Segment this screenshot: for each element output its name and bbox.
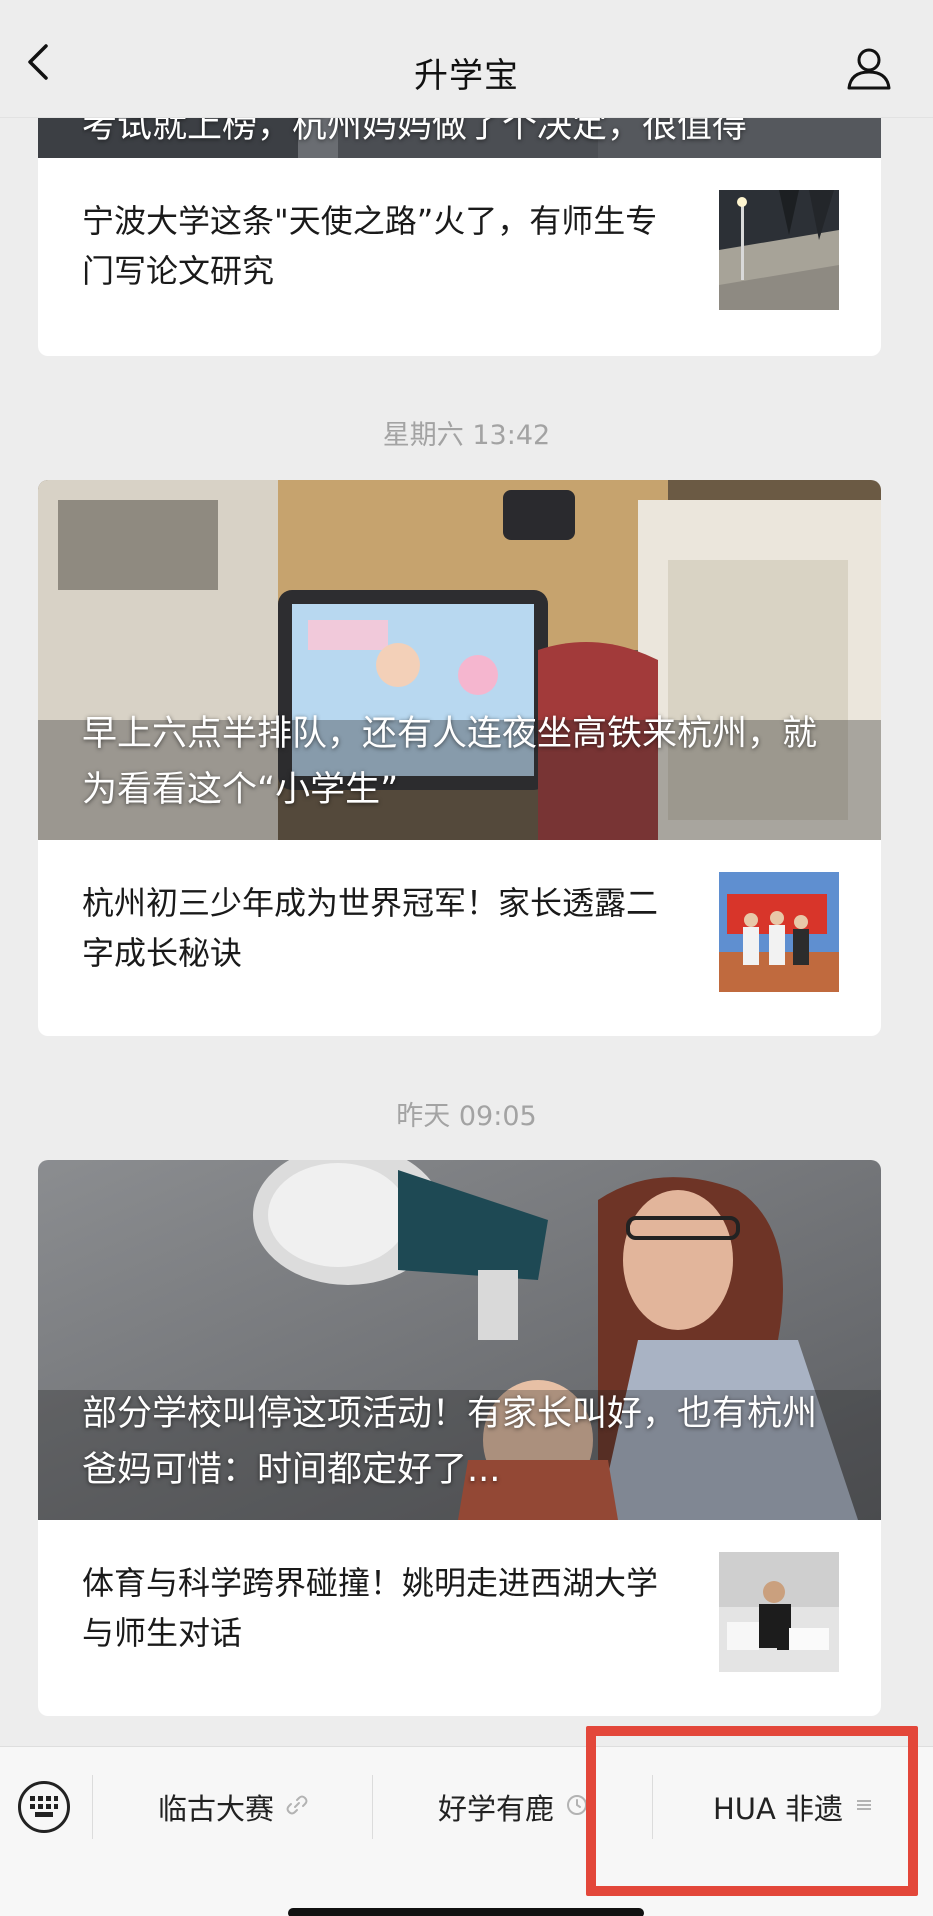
- article-thumbnail: [719, 190, 839, 310]
- article-title: 杭州初三少年成为世界冠军！家长透露二字成长秘诀: [82, 884, 659, 972]
- article-row[interactable]: 体育与科学跨界碰撞！姚明走进西湖大学与师生对话: [38, 1520, 881, 1716]
- keyboard-toggle-icon[interactable]: [18, 1781, 70, 1833]
- hero-headline: 部分学校叫停这项活动！有家长叫好，也有杭州爸妈可惜：时间都定好了...: [82, 1394, 818, 1490]
- article-row[interactable]: 杭州初三少年成为世界冠军！家长透露二字成长秘诀: [38, 840, 881, 1036]
- article-card[interactable]: 早上六点半排队，还有人连夜坐高铁来杭州，就为看看这个“小学生” 杭州初三少年成为…: [38, 480, 881, 1036]
- article-thumbnail: [719, 872, 839, 992]
- menu-item-label: 好学有鹿: [437, 1792, 554, 1826]
- menu-divider: [372, 1775, 373, 1839]
- article-row[interactable]: 宁波大学这条"天使之路”火了，有师生专门写论文研究: [38, 158, 881, 356]
- article-title: 宁波大学这条"天使之路”火了，有师生专门写论文研究: [82, 202, 658, 290]
- clock-icon: [566, 1794, 588, 1821]
- home-indicator[interactable]: [288, 1908, 644, 1916]
- app-screen: 考试就上榜，杭州妈妈做了个决定，很值得 宁波大学这条"天使之路”火了，有师生专门…: [0, 0, 933, 1916]
- menu-divider: [92, 1775, 93, 1839]
- hero-image[interactable]: 部分学校叫停这项活动！有家长叫好，也有杭州爸妈可惜：时间都定好了...: [38, 1160, 881, 1520]
- user-profile-icon[interactable]: [845, 44, 893, 92]
- nav-bar: 升学宝: [0, 0, 933, 118]
- article-thumbnail: [719, 1552, 839, 1672]
- menu-item-lingu[interactable]: 临古大赛: [94, 1747, 372, 1867]
- article-title: 体育与科学跨界碰撞！姚明走进西湖大学与师生对话: [82, 1564, 659, 1652]
- hero-headline: 早上六点半排队，还有人连夜坐高铁来杭州，就为看看这个“小学生”: [82, 714, 818, 810]
- article-card[interactable]: 部分学校叫停这项活动！有家长叫好，也有杭州爸妈可惜：时间都定好了... 体育与科…: [38, 1160, 881, 1716]
- page-title: 升学宝: [414, 56, 519, 96]
- timestamp: 星期六 13:42: [382, 420, 551, 451]
- timestamp: 昨天 09:05: [396, 1101, 537, 1132]
- hero-image[interactable]: 早上六点半排队，还有人连夜坐高铁来杭州，就为看看这个“小学生”: [38, 480, 881, 840]
- menu-item-label: 临古大赛: [157, 1792, 274, 1826]
- link-icon: [286, 1794, 308, 1821]
- annotation-highlight-box: [586, 1726, 918, 1896]
